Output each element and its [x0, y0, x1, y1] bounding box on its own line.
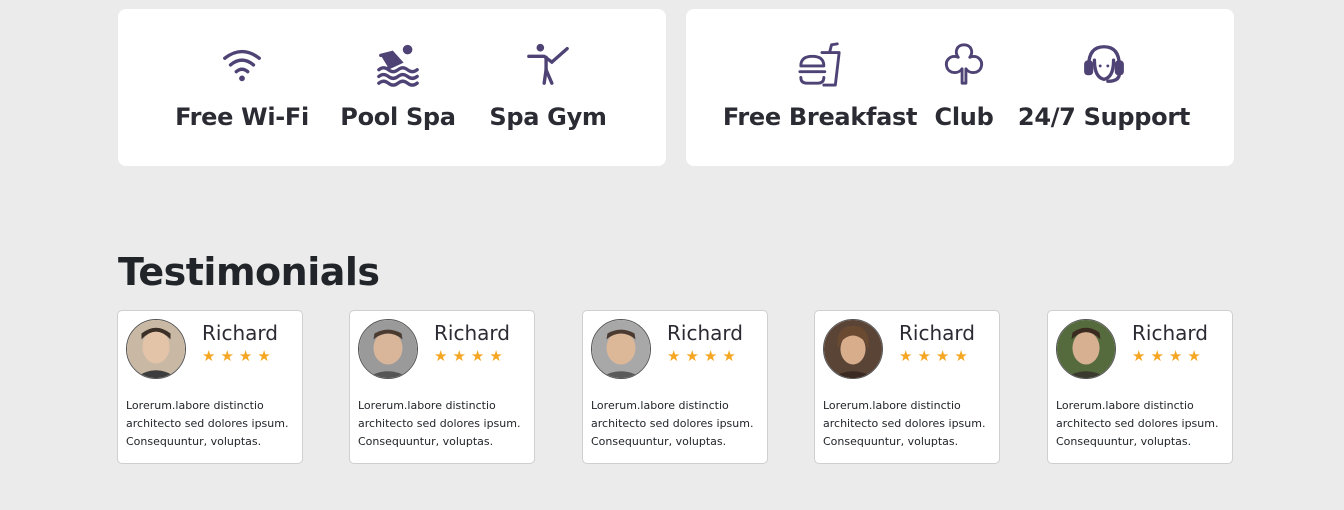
club-icon — [939, 39, 989, 89]
star-icon: ★ — [954, 348, 973, 365]
star-icon: ★ — [202, 348, 221, 365]
star-icon: ★ — [470, 348, 490, 365]
rating-stars: ★★★★ — [1132, 347, 1206, 365]
star-icon: ★ — [434, 348, 453, 365]
karate-icon — [523, 39, 573, 89]
amenity-label: Club — [934, 103, 994, 131]
testimonial-name: Richard — [899, 321, 975, 345]
star-icon: ★ — [667, 348, 686, 365]
testimonial-text: Lorerum.labore distinctio architecto sed… — [1056, 399, 1219, 448]
testimonial-name: Richard — [434, 321, 510, 345]
star-icon: ★ — [220, 348, 239, 365]
amenity-support: 24/7 Support — [1018, 9, 1190, 166]
testimonial-card: Richard ★★★★ Lorerum.labore distinctio a… — [117, 310, 303, 464]
star-icon: ★ — [917, 348, 936, 365]
rating-stars: ★★★★ — [667, 347, 741, 365]
star-icon: ★ — [722, 348, 741, 365]
amenities-card-right: Free Breakfast Club 24/7 Support — [686, 9, 1234, 166]
testimonial-card: Richard ★★★★ Lorerum.labore distinctio a… — [1047, 310, 1233, 464]
amenity-label: Free Breakfast — [722, 103, 918, 131]
amenities-card-left: Free Wi-Fi Pool Spa Spa Gym — [118, 9, 666, 166]
star-icon: ★ — [1168, 348, 1188, 365]
rating-stars: ★★★★ — [434, 347, 508, 365]
amenity-spa-gym: Spa Gym — [489, 9, 607, 166]
testimonial-card: Richard ★★★★ Lorerum.labore distinctio a… — [814, 310, 1000, 464]
testimonial-card: Richard ★★★★ Lorerum.labore distinctio a… — [582, 310, 768, 464]
burger-drink-icon — [795, 39, 845, 89]
star-icon: ★ — [1132, 348, 1151, 365]
star-icon: ★ — [489, 348, 508, 365]
wifi-icon — [217, 39, 267, 89]
star-icon: ★ — [238, 348, 258, 365]
amenity-club: Club — [934, 9, 994, 166]
amenity-pool-spa: Pool Spa — [340, 9, 456, 166]
star-icon: ★ — [685, 348, 704, 365]
testimonial-card: Richard ★★★★ Lorerum.labore distinctio a… — [349, 310, 535, 464]
amenity-label: Free Wi-Fi — [175, 103, 309, 131]
testimonials-title: Testimonials — [118, 250, 380, 294]
amenity-label: 24/7 Support — [1017, 103, 1191, 131]
amenity-label: Spa Gym — [489, 103, 607, 131]
amenity-free-breakfast: Free Breakfast — [723, 9, 917, 166]
star-icon: ★ — [452, 348, 471, 365]
rating-stars: ★★★★ — [899, 347, 973, 365]
avatar — [1056, 319, 1116, 379]
testimonial-text: Lorerum.labore distinctio architecto sed… — [823, 399, 986, 448]
avatar — [358, 319, 418, 379]
star-icon: ★ — [899, 348, 918, 365]
testimonial-name: Richard — [202, 321, 278, 345]
star-icon: ★ — [703, 348, 723, 365]
star-icon: ★ — [257, 348, 276, 365]
amenity-free-wifi: Free Wi-Fi — [175, 9, 309, 166]
star-icon: ★ — [1187, 348, 1206, 365]
swimmer-icon — [373, 39, 423, 89]
star-icon: ★ — [935, 348, 955, 365]
avatar — [126, 319, 186, 379]
star-icon: ★ — [1150, 348, 1169, 365]
testimonial-text: Lorerum.labore distinctio architecto sed… — [591, 399, 754, 448]
avatar — [591, 319, 651, 379]
testimonial-name: Richard — [1132, 321, 1208, 345]
headset-icon — [1079, 39, 1129, 89]
testimonial-text: Lorerum.labore distinctio architecto sed… — [358, 399, 521, 448]
rating-stars: ★★★★ — [202, 347, 276, 365]
testimonial-name: Richard — [667, 321, 743, 345]
avatar — [823, 319, 883, 379]
testimonial-text: Lorerum.labore distinctio architecto sed… — [126, 399, 289, 448]
amenity-label: Pool Spa — [340, 103, 456, 131]
